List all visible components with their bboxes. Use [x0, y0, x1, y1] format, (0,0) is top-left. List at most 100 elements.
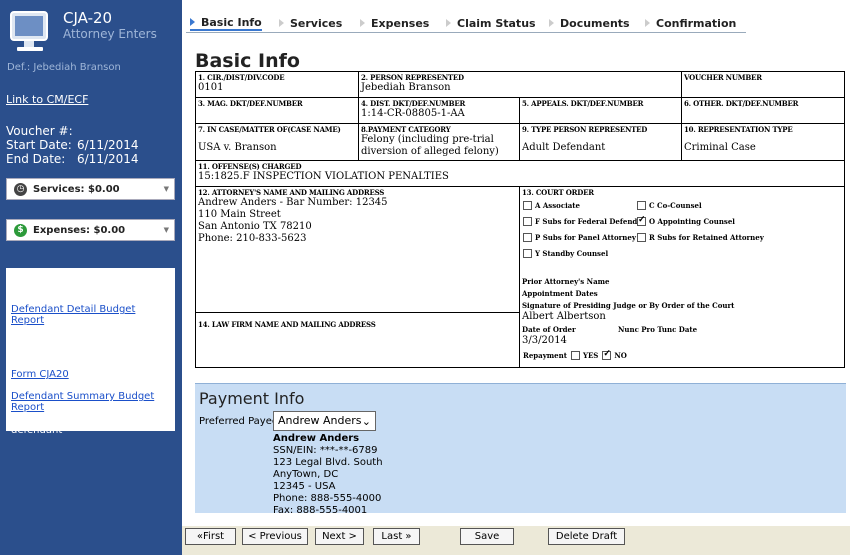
- checkbox-subs-retained-attorney[interactable]: R Subs for Retained Attorney: [637, 233, 764, 242]
- field-label: 11. OFFENSE(S) CHARGED: [198, 162, 302, 171]
- field-label: 12. ATTORNEY'S NAME AND MAILING ADDRESS: [198, 188, 385, 197]
- chevron-down-icon: ⌄: [361, 415, 371, 428]
- chevron-down-icon[interactable]: ▼: [164, 185, 169, 193]
- checkbox-repay-yes[interactable]: [570, 351, 580, 360]
- field-value: 15:1825.F INSPECTION VIOLATION PENALTIES: [198, 171, 449, 182]
- form-cja20-link[interactable]: Form CJA20: [11, 369, 170, 380]
- services-widget[interactable]: ◷ Services: $0.00 ▼: [6, 178, 175, 200]
- field-appeals-dkt: 5. APPEALS. DKT/DEF.NUMBER: [520, 98, 682, 124]
- checkbox[interactable]: [523, 249, 532, 258]
- field-label: 2. PERSON REPRESENTED: [361, 73, 464, 82]
- payee-name: Andrew Anders: [273, 433, 360, 444]
- checkbox[interactable]: [523, 217, 532, 226]
- checkbox[interactable]: [523, 201, 532, 210]
- field-label: 3. MAG. DKT/DEF.NUMBER: [198, 99, 303, 108]
- attorney-line: 110 Main Street: [198, 209, 281, 220]
- checkbox-standby-counsel[interactable]: Y Standby Counsel: [523, 249, 608, 258]
- tab-label: Basic Info: [201, 15, 262, 29]
- checkbox-subs-panel-attorney[interactable]: P Subs for Panel Attorney: [523, 233, 636, 242]
- field-type-person: 9. TYPE PERSON REPRESENTED Adult Defendan…: [520, 124, 682, 161]
- checkbox[interactable]: [637, 201, 646, 210]
- arrow-icon: [645, 19, 650, 27]
- app-title: CJA-20: [63, 9, 113, 27]
- checkbox-associate[interactable]: A Associate: [523, 201, 580, 210]
- page-title: Basic Info: [195, 50, 300, 72]
- repayment-row: Repayment YES NO: [523, 349, 627, 360]
- field-label: 6. OTHER. DKT/DEF.NUMBER: [684, 99, 799, 108]
- field-other-dkt: 6. OTHER. DKT/DEF.NUMBER: [682, 98, 845, 124]
- save-button[interactable]: Save: [460, 528, 514, 545]
- voucher-label: Voucher #:: [6, 124, 73, 138]
- checkbox-label: Y Standby Counsel: [535, 249, 609, 258]
- tab-confirmation[interactable]: Confirmation: [645, 15, 736, 31]
- app-subtitle: Attorney Enters: [63, 27, 157, 41]
- checkbox-label: C Co-Counsel: [649, 201, 702, 210]
- appointment-dates-label: Appointment Dates: [522, 289, 598, 298]
- payment-title: Payment Info: [199, 389, 305, 408]
- field-law-firm: 14. LAW FIRM NAME AND MAILING ADDRESS: [196, 313, 520, 368]
- arrow-icon: [360, 19, 365, 27]
- attorney-line: San Antonio TX 78210: [198, 221, 312, 232]
- checkbox-subs-federal-defender[interactable]: F Subs for Federal Defender: [523, 217, 645, 226]
- checkbox-label: P Subs for Panel Attorney: [535, 233, 636, 242]
- field-value: USA v. Branson: [198, 142, 277, 153]
- prior-attorney-label: Prior Attorney's Name: [522, 277, 610, 286]
- checkbox-label: A Associate: [535, 201, 580, 210]
- tab-documents[interactable]: Documents: [549, 15, 630, 31]
- clock-icon: ◷: [14, 182, 27, 196]
- chevron-down-icon[interactable]: ▼: [164, 226, 169, 234]
- field-label: 13. COURT ORDER: [522, 188, 594, 197]
- arrow-icon: [446, 19, 451, 27]
- repayment-label: Repayment: [523, 351, 567, 360]
- payee-line: SSN/EIN: ***-**-6789: [273, 445, 378, 456]
- first-button[interactable]: «First: [185, 528, 236, 545]
- dollar-icon: $: [14, 223, 27, 237]
- field-label: 5. APPEALS. DKT/DEF.NUMBER: [522, 99, 644, 108]
- reports-panel: Reports Defendant Detail Budget Report D…: [6, 268, 175, 436]
- checkbox-label: O Appointing Counsel: [649, 217, 735, 226]
- field-value: Jebediah Branson: [361, 82, 451, 93]
- checkbox-checked[interactable]: [637, 215, 646, 226]
- field-value: Felony (including pre-trial diversion of…: [361, 134, 499, 157]
- field-court-order: 13. COURT ORDER A Associate C Co-Counsel…: [520, 187, 845, 368]
- field-value: Adult Defendant: [522, 142, 606, 153]
- tab-expenses[interactable]: Expenses: [360, 15, 429, 31]
- checkbox-co-counsel[interactable]: C Co-Counsel: [637, 201, 702, 210]
- tab-basic-info[interactable]: Basic Info: [190, 15, 262, 31]
- tab-claim-status[interactable]: Claim Status: [446, 15, 536, 31]
- field-payment-category: 8.PAYMENT CATEGORY Felony (including pre-…: [359, 124, 520, 161]
- voucher-info: Voucher #: Start Date: 6/11/2014 End Date…: [6, 124, 139, 166]
- payee-line: AnyTown, DC: [273, 469, 339, 480]
- payment-info-panel: Payment Info Preferred Payee Andrew Ande…: [195, 383, 846, 516]
- services-total: Services: $0.00: [33, 183, 120, 195]
- detail-budget-report-link[interactable]: Defendant Detail Budget Report: [11, 304, 170, 326]
- checkbox-appointing-counsel[interactable]: O Appointing Counsel: [637, 215, 735, 226]
- start-date-label: Start Date:: [6, 138, 72, 152]
- preferred-payee-select[interactable]: Andrew Anders ⌄: [273, 411, 376, 431]
- checkbox[interactable]: [523, 233, 532, 242]
- expenses-total: Expenses: $0.00: [33, 224, 126, 236]
- payee-details: Andrew Anders SSN/EIN: ***-**-6789 123 L…: [273, 433, 383, 517]
- delete-draft-button[interactable]: Delete Draft: [548, 528, 625, 545]
- previous-button[interactable]: < Previous: [242, 528, 308, 545]
- summary-budget-report-link[interactable]: Defendant Summary Budget Report: [11, 391, 170, 413]
- expenses-widget[interactable]: $ Expenses: $0.00 ▼: [6, 219, 175, 241]
- no-label: NO: [614, 351, 627, 360]
- date-of-order-value: 3/3/2014: [522, 335, 567, 346]
- date-of-order-label: Date of Order: [522, 325, 576, 334]
- payee-line: Fax: 888-555-4001: [273, 505, 368, 516]
- arrow-icon: [190, 18, 195, 26]
- detail-budget-report-desc: Detail budget info for defendant: [11, 326, 118, 349]
- sidebar: CJA-20 Attorney Enters Def.: Jebediah Br…: [0, 0, 182, 555]
- cm-ecf-link[interactable]: Link to CM/ECF: [6, 93, 88, 106]
- field-label: VOUCHER NUMBER: [684, 73, 762, 82]
- last-button[interactable]: Last »: [373, 528, 420, 545]
- checkbox[interactable]: [637, 233, 646, 242]
- tab-services[interactable]: Services: [279, 15, 342, 31]
- arrow-icon: [279, 19, 284, 27]
- field-value: Criminal Case: [684, 142, 756, 153]
- tab-bar: Basic Info Services Expenses Claim Statu…: [182, 0, 850, 40]
- next-button[interactable]: Next >: [315, 528, 364, 545]
- checkbox-repay-no[interactable]: [602, 349, 612, 360]
- nunc-pro-tunc-label: Nunc Pro Tunc Date: [618, 325, 698, 334]
